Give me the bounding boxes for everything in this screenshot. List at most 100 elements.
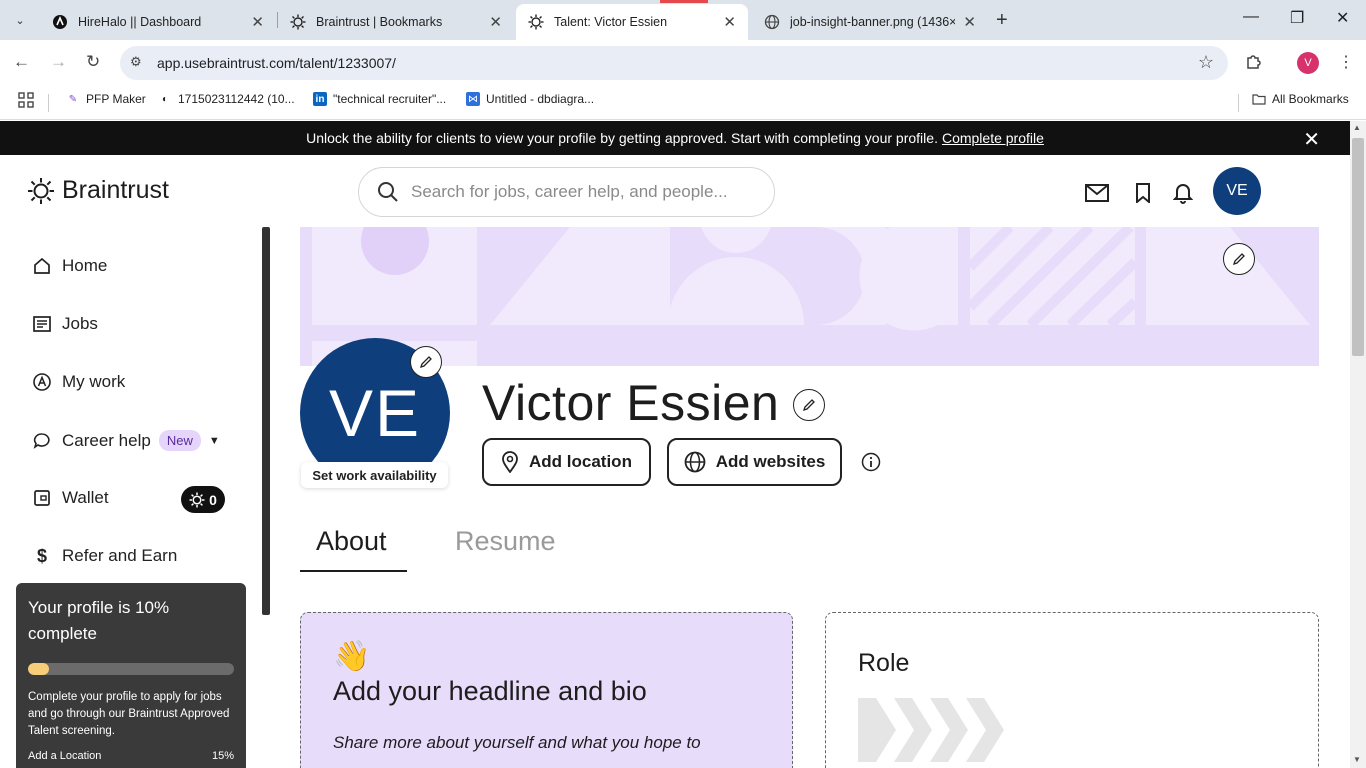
window-close-icon[interactable]: ✕ [1336, 8, 1349, 28]
edit-name-button[interactable] [793, 389, 825, 421]
tab-search-button[interactable]: ⌄ [8, 8, 32, 32]
minimize-icon[interactable]: — [1243, 8, 1259, 26]
mail-icon[interactable] [1084, 180, 1110, 206]
global-search[interactable] [358, 167, 775, 217]
home-icon [32, 256, 52, 276]
progress-next-step[interactable]: Add a Location 15% [28, 750, 234, 762]
sidebar-item-label: Home [62, 256, 108, 275]
close-icon[interactable]: ✕ [251, 13, 264, 31]
browser-menu-icon[interactable]: ⋮ [1338, 52, 1354, 72]
close-icon[interactable]: ✕ [1303, 127, 1320, 152]
set-work-availability-button[interactable]: Set work availability [301, 462, 448, 488]
bookmark-1715023112442[interactable]: ◐ 1715023112442 (10... [158, 92, 295, 106]
headline-bio-card[interactable]: 👋 Add your headline and bio Share more a… [300, 612, 793, 768]
browser-tab-talent[interactable]: Talent: Victor Essien ✕ [516, 4, 748, 40]
forward-arrow-icon[interactable]: → [50, 52, 67, 72]
site-info-icon[interactable]: ⚙ [130, 54, 142, 70]
tab-about[interactable]: About [316, 526, 387, 557]
braintrust-favicon-icon [528, 14, 544, 30]
scroll-down-arrow-icon[interactable]: ▼ [1353, 755, 1361, 764]
new-tab-button[interactable]: + [996, 10, 1008, 30]
browser-toolbar: ← → ↻ ⚙ app.usebraintrust.com/talent/123… [0, 40, 1366, 86]
approval-banner: Unlock the ability for clients to view y… [0, 121, 1350, 155]
address-bar[interactable]: ⚙ app.usebraintrust.com/talent/1233007/ … [120, 46, 1228, 80]
profile-cover-image [300, 227, 1319, 366]
close-icon[interactable]: ✕ [723, 13, 736, 31]
profile-name: Victor Essien [482, 375, 780, 431]
next-step-label: Add a Location [28, 750, 102, 762]
braintrust-logo[interactable]: Braintrust [28, 176, 169, 205]
sidebar-item-refer-and-earn[interactable]: $ Refer and Earn [32, 546, 177, 566]
bookmark-pfp-maker[interactable]: ✎ PFP Maker [66, 92, 146, 106]
chevron-down-icon[interactable]: ▼ [209, 435, 220, 447]
profile-progress-card[interactable]: Your profile is 10% complete Complete yo… [16, 583, 246, 768]
bookmarks-divider [1238, 94, 1239, 112]
sidebar-item-label: My work [62, 372, 126, 391]
extensions-icon[interactable] [1244, 52, 1262, 75]
browser-tab-image[interactable]: job-insight-banner.png (1436× ✕ [752, 4, 988, 40]
role-card-title: Role [858, 649, 910, 677]
sidebar-item-wallet[interactable]: Wallet [32, 488, 109, 508]
globe-favicon-icon [764, 14, 780, 30]
tab-title: HireHalo || Dashboard [78, 15, 202, 29]
dollar-icon: $ [36, 545, 47, 566]
banner-text: Unlock the ability for clients to view y… [306, 130, 938, 146]
bookmark-dbdiagram[interactable]: ⋈ Untitled - dbdiagra... [466, 92, 594, 106]
all-bookmarks-folder[interactable]: All Bookmarks [1252, 92, 1349, 106]
pencil-icon [419, 356, 432, 369]
sidebar-item-label: Refer and Earn [62, 546, 178, 565]
add-location-button[interactable]: Add location [482, 438, 651, 486]
tab-resume[interactable]: Resume [455, 526, 556, 557]
browser-tab-strip: ⌄ HireHalo || Dashboard ✕ Braintrust | B… [0, 0, 1366, 40]
add-websites-button[interactable]: Add websites [667, 438, 842, 486]
my-work-icon [32, 372, 52, 392]
sidebar-item-career-help[interactable]: Career help New ▼ [32, 430, 220, 451]
scroll-up-arrow-icon[interactable]: ▲ [1353, 123, 1361, 132]
bookmark-star-icon[interactable]: ☆ [1198, 52, 1214, 73]
edit-avatar-button[interactable] [410, 346, 442, 378]
linkedin-icon: in [313, 92, 327, 106]
next-step-value: 15% [211, 750, 234, 762]
sidebar-item-home[interactable]: Home [32, 256, 107, 276]
sidebar-item-my-work[interactable]: My work [32, 372, 125, 392]
bookmarks-bar: ✎ PFP Maker ◐ 1715023112442 (10... in "t… [0, 86, 1366, 120]
sidebar-item-jobs[interactable]: Jobs [32, 314, 98, 334]
reload-icon[interactable]: ↻ [86, 52, 100, 72]
progress-bar [28, 663, 234, 675]
browser-tab-bookmarks[interactable]: Braintrust | Bookmarks ✕ [278, 4, 514, 40]
jobs-icon [32, 314, 52, 334]
apps-grid-icon[interactable] [18, 92, 34, 108]
hirehalo-favicon-icon [52, 14, 68, 30]
bookmark-icon[interactable] [1130, 180, 1156, 206]
add-location-label: Add location [529, 452, 632, 471]
restore-icon[interactable]: ❐ [1290, 8, 1304, 28]
sidebar-item-label: Jobs [62, 314, 98, 333]
braintrust-token-icon [189, 492, 205, 507]
logo-text: Braintrust [62, 176, 169, 204]
role-card[interactable]: Role [825, 612, 1319, 768]
url-text: app.usebraintrust.com/talent/1233007/ [157, 55, 396, 71]
back-arrow-icon[interactable]: ← [13, 52, 30, 72]
scrollbar-thumb[interactable] [1352, 138, 1364, 356]
browser-profile-avatar[interactable]: V [1297, 52, 1319, 74]
bookmark-technical-recruiter[interactable]: in "technical recruiter"... [313, 92, 446, 106]
pfp-maker-icon: ✎ [68, 93, 78, 105]
bell-icon[interactable] [1170, 180, 1196, 206]
complete-profile-link[interactable]: Complete profile [942, 130, 1044, 146]
folder-icon [1252, 92, 1266, 106]
close-icon[interactable]: ✕ [963, 13, 976, 31]
bookmark-label: All Bookmarks [1272, 92, 1349, 106]
bio-card-subtitle: Share more about yourself and what you h… [333, 733, 701, 752]
sidebar-scrollbar[interactable] [262, 227, 270, 615]
braintrust-favicon-icon [290, 14, 306, 30]
search-icon [378, 182, 398, 202]
info-icon[interactable] [861, 452, 881, 472]
browser-tab-hirehalo[interactable]: HireHalo || Dashboard ✕ [40, 4, 276, 40]
globe-icon: ◐ [161, 93, 169, 105]
search-input[interactable] [411, 182, 751, 202]
sidebar-item-label: Wallet [62, 488, 109, 507]
close-icon[interactable]: ✕ [489, 13, 502, 31]
location-pin-icon [502, 451, 518, 473]
user-avatar[interactable]: VE [1213, 167, 1261, 215]
edit-cover-button[interactable] [1223, 243, 1255, 275]
